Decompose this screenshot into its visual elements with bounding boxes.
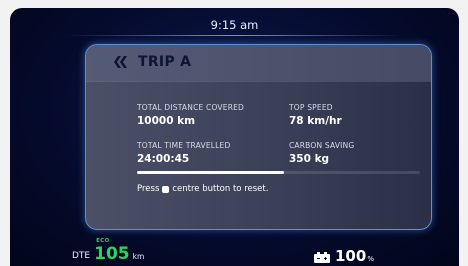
reset-hint-suffix: centre button to reset. [172, 184, 269, 194]
trip-progress-bar [137, 171, 420, 174]
clock-divider [65, 35, 404, 36]
trip-card-divider [86, 81, 431, 82]
carbon-saving-label: CARBON SAVING [289, 141, 355, 150]
dte-unit: km [132, 252, 145, 261]
eco-mode-label: ECO [96, 238, 110, 244]
centre-button-icon [162, 185, 170, 193]
dte-label: DTE [72, 251, 91, 261]
battery-icon [314, 252, 330, 263]
clock: 9:15 am [210, 18, 259, 32]
battery-unit: % [367, 255, 374, 263]
carbon-saving-value: 350 kg [289, 153, 330, 165]
dte-value-group: ECO 105 [94, 238, 130, 264]
total-distance-label: TOTAL DISTANCE COVERED [137, 103, 245, 112]
dashboard-screen: 9:15 am TRIP A TOTAL DISTANCE COVERED 10… [10, 8, 459, 266]
battery-value: 100 [335, 247, 367, 265]
device-frame: 9:15 am TRIP A TOTAL DISTANCE COVERED 10… [0, 0, 468, 266]
top-speed-label: TOP SPEED [289, 103, 333, 112]
dte-value: 105 [94, 244, 130, 264]
total-time-label: TOTAL TIME TRAVELLED [137, 141, 231, 150]
trip-card: TRIP A TOTAL DISTANCE COVERED 10000 km T… [85, 44, 432, 230]
reset-hint: Press centre button to reset. [137, 184, 268, 194]
trip-progress-fill [137, 171, 285, 174]
dte-readout: DTE ECO 105 km [72, 238, 145, 264]
top-speed-value: 78 km/hr [289, 115, 342, 127]
total-distance-value: 10000 km [137, 115, 196, 127]
trip-title: TRIP A [138, 54, 192, 70]
battery-readout: 100 % [314, 249, 374, 264]
double-chevron-left-icon[interactable] [112, 55, 130, 69]
total-time-value: 24:00:45 [137, 153, 190, 165]
reset-hint-prefix: Press [137, 184, 160, 194]
